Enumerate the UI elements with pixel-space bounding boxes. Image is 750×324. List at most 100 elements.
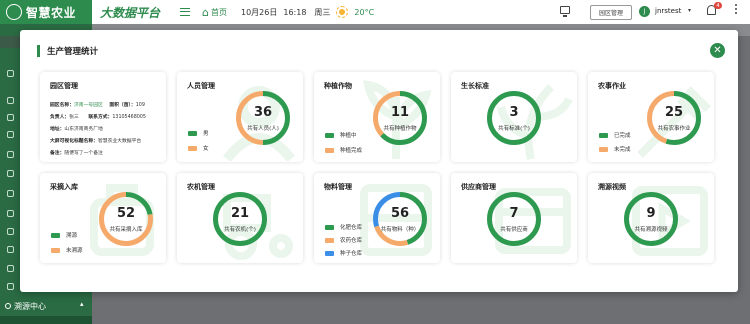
legend-label: 溯源 bbox=[66, 233, 78, 239]
legend-item-fertilizer: 化肥仓库 bbox=[325, 223, 362, 231]
stat-label: 共有标准(个) bbox=[498, 126, 530, 132]
sidebar-item-trace-center[interactable]: 溯源中心 bbox=[14, 301, 46, 312]
info-value: 13105468005 bbox=[112, 115, 146, 120]
date-text: 10月26日 bbox=[241, 7, 278, 17]
legend-swatch bbox=[188, 130, 197, 136]
legend-swatch bbox=[51, 247, 60, 253]
park-management-button[interactable]: 园区管理 bbox=[590, 5, 632, 20]
legend-label: 化肥仓库 bbox=[340, 225, 363, 231]
notification-badge: 4 bbox=[714, 2, 722, 9]
menu-toggle-icon[interactable] bbox=[180, 8, 191, 16]
stat-label: 共有人员(人) bbox=[247, 126, 279, 132]
legend-item-finished: 种植完成 bbox=[325, 146, 362, 154]
sidebar-icon-12[interactable] bbox=[7, 283, 14, 290]
info-key: 联系方式： bbox=[88, 115, 113, 120]
more-icon[interactable] bbox=[735, 4, 737, 6]
stat-label: 共有溯源视频 bbox=[634, 227, 668, 233]
sidebar-icon-3[interactable] bbox=[7, 114, 14, 121]
legend-label: 已完成 bbox=[614, 133, 631, 139]
legend-item-traced: 溯源 bbox=[51, 231, 77, 239]
stat-label: 共有物料（种） bbox=[380, 227, 420, 233]
card-title: 采摘入库 bbox=[50, 183, 78, 191]
sidebar-submenu bbox=[0, 316, 92, 324]
sun-icon bbox=[336, 6, 349, 18]
logo-text: 智慧农业 bbox=[26, 5, 77, 20]
username[interactable]: jnrstest bbox=[655, 7, 681, 15]
stat-value: 21 bbox=[230, 206, 250, 221]
stat-card-trace-video[interactable]: 溯源视频 9 共有溯源视频 bbox=[588, 173, 714, 263]
legend-label: 男 bbox=[203, 131, 209, 137]
info-key: 地址： bbox=[50, 127, 65, 132]
info-key: 面积（亩）： bbox=[109, 103, 136, 108]
info-key: 园区名称： bbox=[50, 103, 74, 108]
card-title: 园区管理 bbox=[50, 82, 78, 90]
stat-value: 52 bbox=[116, 206, 136, 221]
stat-value: 25 bbox=[664, 105, 684, 120]
time-text: 16:18 bbox=[283, 7, 307, 17]
card-title: 农事作业 bbox=[598, 82, 626, 90]
legend-item-seed: 种子仓库 bbox=[325, 249, 362, 257]
sidebar-icon-11[interactable] bbox=[7, 265, 14, 272]
sidebar-icon-5[interactable] bbox=[7, 151, 14, 158]
legend-swatch bbox=[325, 147, 334, 153]
legend-swatch bbox=[325, 237, 334, 243]
stat-card-harvest-storage[interactable]: 采摘入库 52 共有采摘入库 溯源 未溯源 bbox=[40, 173, 166, 263]
home-link[interactable]: 首页 bbox=[211, 7, 227, 18]
info-key: 大屏可视化标题名称： bbox=[50, 139, 98, 144]
info-value: 109 bbox=[135, 103, 145, 108]
modal-title: 生产管理统计 bbox=[47, 47, 99, 57]
chevron-up-icon[interactable]: ▴ bbox=[80, 300, 84, 308]
info-key: 备注： bbox=[50, 151, 65, 156]
stat-card-farm-work[interactable]: 农事作业 25 共有农事作业 已完成 未完成 bbox=[588, 72, 714, 162]
stat-label: 共有种植作物 bbox=[383, 126, 417, 132]
legend-item-growing: 种植中 bbox=[325, 131, 357, 139]
info-value: 山东济南商务厂地 bbox=[64, 127, 103, 132]
legend-swatch bbox=[325, 250, 334, 256]
sidebar-icon-8[interactable] bbox=[7, 210, 14, 217]
sidebar-icon-6[interactable] bbox=[7, 170, 14, 177]
home-icon[interactable]: ⌂ bbox=[202, 6, 209, 19]
weekday-text: 周三 bbox=[314, 7, 331, 17]
close-icon[interactable]: ✕ bbox=[713, 45, 721, 56]
stat-card-materials[interactable]: 物料管理 56 共有物料（种） 化肥仓库 农药仓库 种子仓库 bbox=[314, 173, 440, 263]
platform-title: 大数据平台 bbox=[100, 5, 161, 20]
legend-item-done: 已完成 bbox=[599, 131, 631, 139]
stat-value: 3 bbox=[509, 105, 519, 120]
chevron-down-icon[interactable]: ▾ bbox=[688, 7, 691, 14]
sidebar-icon-1[interactable] bbox=[7, 70, 14, 77]
legend-label: 农药仓库 bbox=[340, 238, 363, 244]
top-bar: 智慧农业 大数据平台 ⌂ 首页 10月26日 16:18 周三 20°C bbox=[0, 0, 750, 24]
sidebar-icon-10[interactable] bbox=[7, 246, 14, 253]
monitor-icon[interactable] bbox=[560, 6, 570, 17]
stat-card-personnel[interactable]: 人员管理 36 共有人员(人) 男 女 bbox=[177, 72, 303, 162]
sidebar-icon-2[interactable] bbox=[7, 97, 14, 104]
stat-value: 56 bbox=[390, 206, 410, 221]
stat-label: 共有采摘入库 bbox=[109, 227, 143, 233]
legend-swatch bbox=[51, 232, 60, 238]
stat-card-growth-standard[interactable]: 生长标准 3 共有标准(个) bbox=[451, 72, 577, 162]
info-value: 张三 bbox=[69, 115, 79, 120]
legend-label: 女 bbox=[203, 146, 209, 152]
stat-card-crops[interactable]: 种植作物 11 共有种植作物 种植中 种植完成 bbox=[314, 72, 440, 162]
legend-item-undone: 未完成 bbox=[599, 145, 631, 153]
stat-label: 共有农事作业 bbox=[657, 126, 691, 132]
stat-card-machinery[interactable]: 农机管理 21 共有农机(个) bbox=[177, 173, 303, 263]
trace-center-icon bbox=[5, 303, 11, 309]
info-row-contact: 负责人：张三 联系方式：13105468005 bbox=[50, 113, 146, 120]
info-row-screen-title: 大屏可视化标题名称：智慧农业大数据平台 bbox=[50, 137, 141, 144]
legend-item-pesticide: 农药仓库 bbox=[325, 236, 362, 244]
close-button[interactable]: ✕ bbox=[710, 43, 725, 58]
park-card[interactable]: 园区管理 园区名称：济南一号园区 面积（亩）：109 负责人：张三 联系方式：1… bbox=[40, 72, 166, 162]
info-row-name: 园区名称：济南一号园区 面积（亩）：109 bbox=[50, 101, 145, 108]
info-row-remark: 备注：随便写了一个备注 bbox=[50, 149, 103, 156]
stat-card-suppliers[interactable]: 供应商管理 7 共有供应商 bbox=[451, 173, 577, 263]
legend-label: 种植完成 bbox=[340, 148, 363, 154]
production-stats-modal: 生产管理统计 ✕ 园区管理 园区名称：济南一号园区 面积（亩）：109 负责人：… bbox=[20, 30, 738, 292]
sidebar-icon-4[interactable] bbox=[7, 131, 14, 138]
stat-label: 共有供应商 bbox=[500, 227, 528, 233]
legend-swatch bbox=[188, 145, 197, 151]
sidebar-icon-9[interactable] bbox=[7, 228, 14, 235]
legend-label: 未完成 bbox=[614, 147, 631, 153]
avatar[interactable]: J bbox=[639, 6, 650, 17]
sidebar-icon-7[interactable] bbox=[7, 190, 14, 197]
